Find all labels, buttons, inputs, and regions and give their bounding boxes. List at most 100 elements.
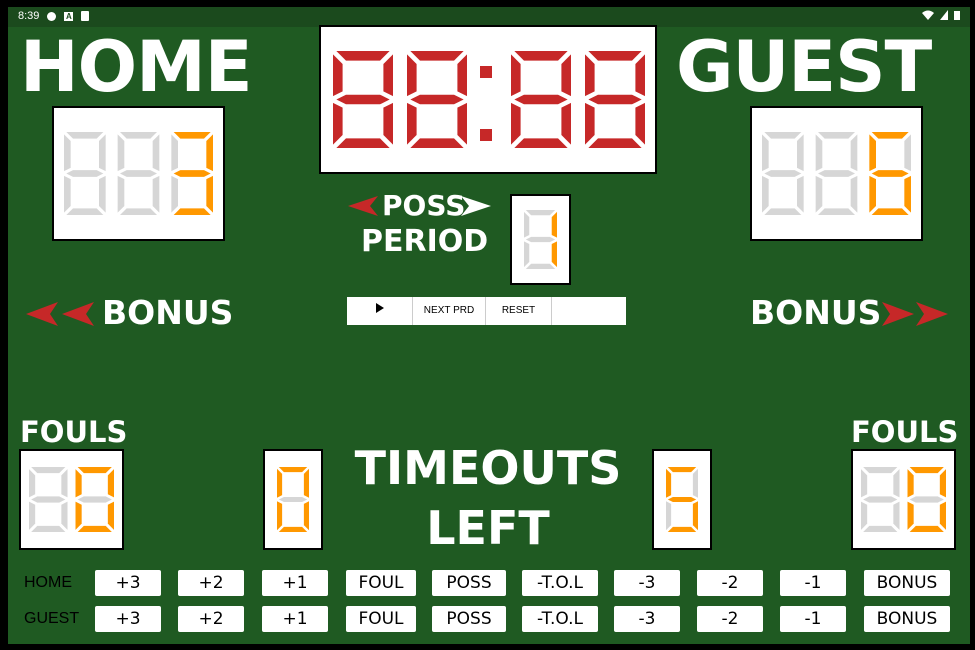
segment-d <box>66 208 104 215</box>
segment-g <box>588 94 642 105</box>
timeouts-label-line2: LEFT <box>426 501 550 555</box>
home-bonus-button[interactable]: BONUS <box>864 570 950 596</box>
guest-bonus-button[interactable]: BONUS <box>864 606 950 632</box>
segment-g <box>909 496 944 503</box>
segment-g <box>66 170 104 177</box>
home-plus3-button[interactable]: +3 <box>95 570 161 596</box>
sd-card-status-icon <box>81 11 90 21</box>
home-minus3-button[interactable]: -3 <box>614 570 680 596</box>
segment-a <box>410 51 464 61</box>
home-foul-button[interactable]: FOUL <box>346 570 416 596</box>
segment-e <box>524 241 530 268</box>
guest-plus2-button[interactable]: +2 <box>178 606 244 632</box>
guest-score[interactable] <box>750 106 923 241</box>
segment-a <box>66 132 104 139</box>
guest-poss-button[interactable]: POSS <box>432 606 506 632</box>
segment-c <box>152 175 160 213</box>
guest-minus3-button[interactable]: -3 <box>614 606 680 632</box>
status-time: 8:39 <box>18 10 40 22</box>
segment-f <box>75 469 82 498</box>
segment-f <box>861 469 868 498</box>
segment-d <box>909 525 944 532</box>
segment-c <box>635 102 645 145</box>
home-plus2-button[interactable]: +2 <box>178 570 244 596</box>
game-clock <box>319 25 657 174</box>
guest-foul-button[interactable]: FOUL <box>346 606 416 632</box>
clock-digits <box>333 51 645 148</box>
segment-e <box>333 102 343 145</box>
segment-d <box>410 138 464 148</box>
home-minus1-button[interactable]: -1 <box>780 570 846 596</box>
segment-b <box>561 54 571 97</box>
home-score[interactable] <box>52 106 225 241</box>
guest-minus1-button[interactable]: -1 <box>780 606 846 632</box>
clock-colon-dot <box>480 129 492 141</box>
segment-d <box>764 208 802 215</box>
home-tol-button[interactable]: -T.O.L <box>522 570 598 596</box>
period-label: PERIOD <box>361 224 489 259</box>
status-bar: 8:39 A <box>8 7 970 27</box>
segment-d <box>514 138 568 148</box>
control-strip: NEXT PRD RESET <box>347 297 626 325</box>
guest-fouls[interactable] <box>851 449 956 550</box>
segment-a <box>77 467 112 474</box>
segment-a <box>871 132 909 139</box>
segment-b <box>206 134 213 172</box>
segment-a <box>863 467 898 474</box>
home-poss-button[interactable]: POSS <box>432 570 506 596</box>
segment-f <box>524 211 530 238</box>
guest-title: GUEST <box>676 26 932 108</box>
segment-c <box>797 175 804 213</box>
home-score-digits <box>64 132 213 215</box>
home-plus1-button[interactable]: +1 <box>262 570 328 596</box>
reset-button[interactable]: RESET <box>486 297 552 325</box>
home-fouls[interactable] <box>19 449 124 550</box>
settings-status-icon <box>47 11 57 21</box>
segment-c <box>692 501 698 531</box>
play-button[interactable] <box>347 297 413 325</box>
guest-plus1-button[interactable]: +1 <box>262 606 328 632</box>
signal-icon <box>940 10 948 20</box>
clock-colon-dot <box>480 66 492 78</box>
segment-d <box>667 526 697 532</box>
segment-c <box>383 102 393 145</box>
segment-c <box>61 501 68 530</box>
guest-timeouts <box>652 449 712 550</box>
home-row-label: HOME <box>24 574 72 591</box>
segment-e <box>64 175 71 213</box>
period-digit <box>524 210 557 269</box>
segment-g <box>764 170 802 177</box>
segment-e <box>117 175 125 213</box>
guest-plus3-button[interactable]: +3 <box>95 606 161 632</box>
guest-minus2-button[interactable]: -2 <box>697 606 763 632</box>
segment-c <box>99 175 106 213</box>
next-period-button[interactable]: NEXT PRD <box>413 297 486 325</box>
segment-a <box>909 467 944 474</box>
segment-c <box>850 175 858 213</box>
scoreboard-screen: 8:39 A HOME GUEST POSS PERIOD BONUS BONU… <box>8 7 970 644</box>
segment-c <box>107 501 114 530</box>
segment-b <box>99 134 106 172</box>
segment-f <box>762 134 769 172</box>
home-minus2-button[interactable]: -2 <box>697 570 763 596</box>
segment-d <box>525 263 556 269</box>
segment-g <box>410 94 464 105</box>
segment-b <box>797 134 804 172</box>
segment-b <box>904 134 911 172</box>
segment-d <box>336 138 390 148</box>
segment-f <box>907 469 914 498</box>
home-timeouts-digit <box>277 467 309 532</box>
segment-c <box>457 102 467 145</box>
segment-f <box>29 469 36 498</box>
home-timeouts <box>263 449 323 550</box>
segment-e <box>762 175 769 213</box>
segment-g <box>871 170 909 177</box>
segment-c <box>551 241 557 268</box>
segment-a <box>336 51 390 61</box>
segment-e <box>75 501 82 530</box>
segment-b <box>152 134 160 172</box>
guest-tol-button[interactable]: -T.O.L <box>522 606 598 632</box>
segment-e <box>907 501 914 530</box>
segment-c <box>561 102 571 145</box>
segment-f <box>64 134 71 172</box>
